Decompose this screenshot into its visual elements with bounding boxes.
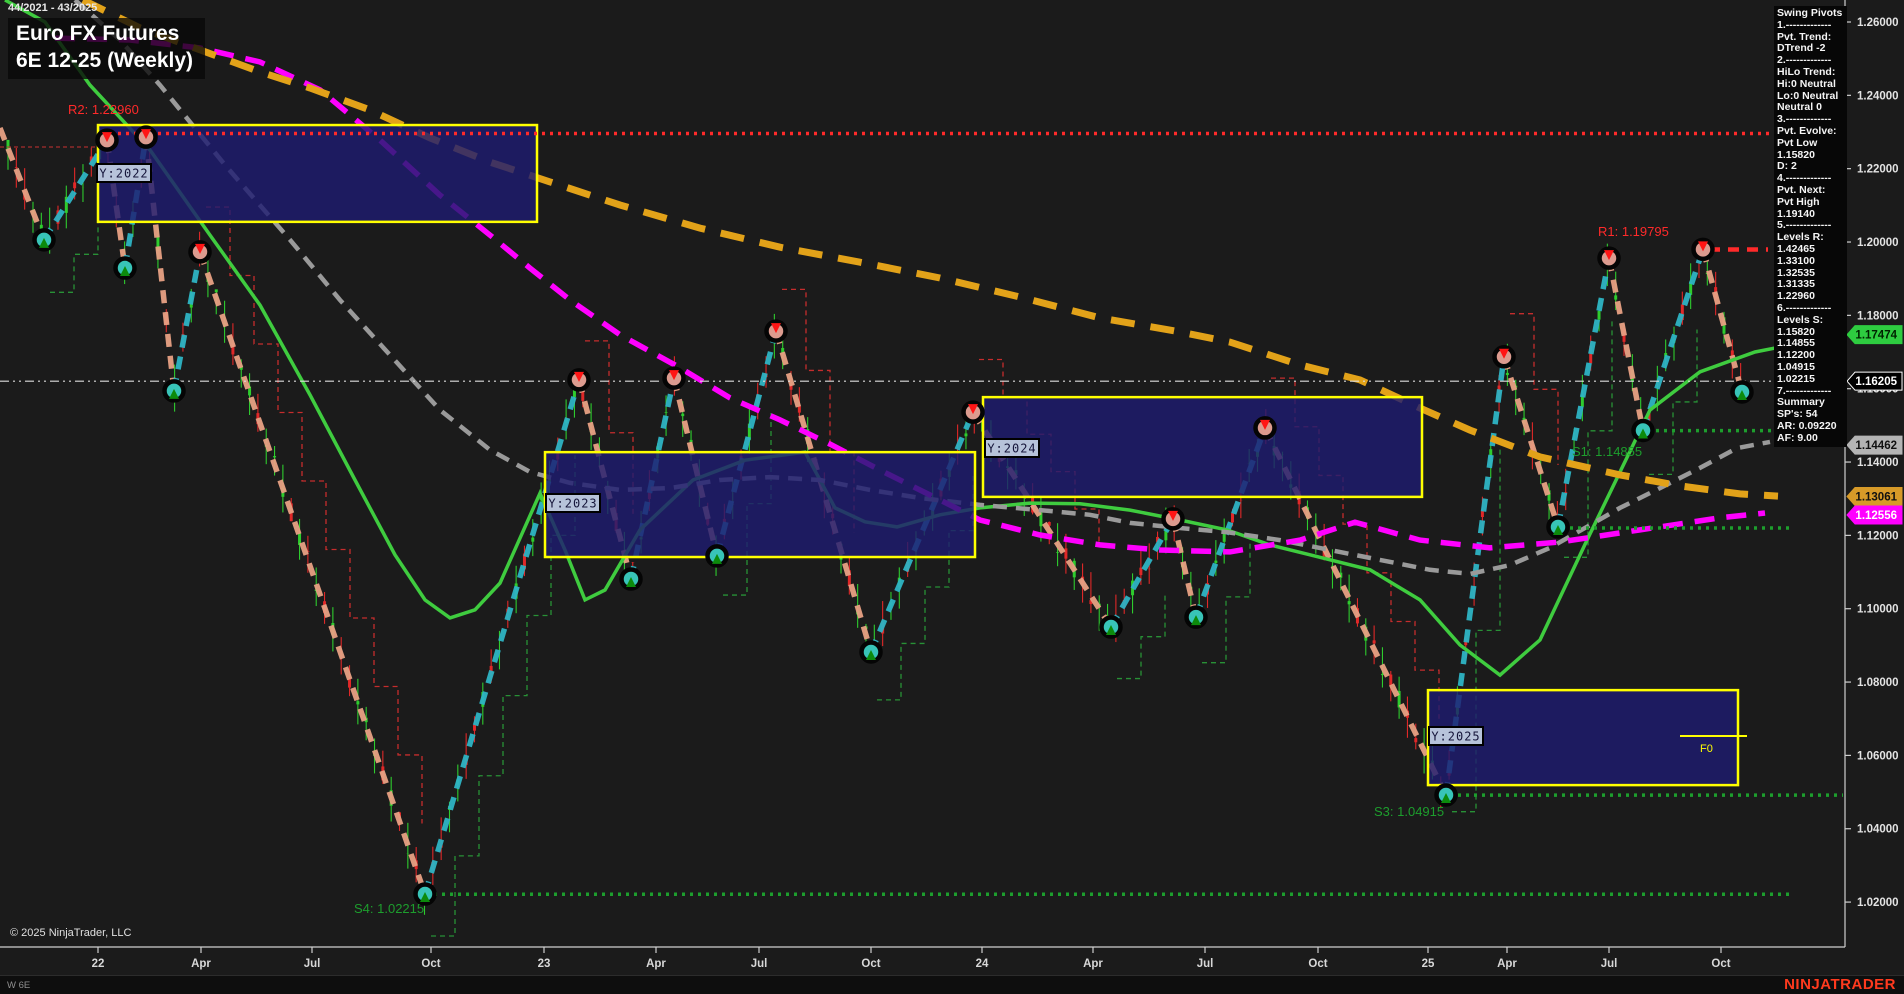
y-tick-label[interactable]: 1.12000 [1857, 530, 1899, 542]
visible-range-label: 44/2021 - 43/2025 [8, 2, 98, 14]
x-tick-label[interactable]: Jul [1601, 958, 1618, 970]
trailing-stop-steps [1649, 329, 1698, 476]
year-range-box[interactable] [981, 395, 1424, 499]
chart-title: Euro FX Futures 6E 12-25 (Weekly) [8, 18, 206, 79]
level-label-r1: R1: 1.19795 [1598, 224, 1669, 239]
contract-interval: 6E 12-25 (Weekly) [16, 49, 194, 72]
moving-averages-layer [4, 0, 1806, 678]
ma-fast-green [4, 0, 1806, 678]
y-tick-label[interactable]: 1.20000 [1857, 237, 1899, 249]
x-tick-label[interactable]: Oct [1711, 958, 1730, 970]
y-tick-label[interactable]: 1.06000 [1857, 750, 1899, 762]
zigzag-up-leg [171, 251, 203, 392]
x-tick-label[interactable]: Oct [1308, 958, 1327, 970]
zigzag-up-leg [1640, 248, 1706, 432]
status-bar [0, 975, 1904, 994]
x-tick-label[interactable]: Jul [751, 958, 768, 970]
zigzag-down-leg [1606, 257, 1646, 432]
level-label-s3: S3: 1.04915 [1374, 804, 1444, 819]
year-range-box[interactable] [543, 450, 977, 559]
zigzag-down-leg [197, 251, 428, 895]
level-label-s4: S4: 1.02215 [354, 901, 424, 916]
y-tick-label[interactable]: 1.22000 [1857, 164, 1899, 176]
trailing-stop-steps [206, 206, 423, 824]
x-tick-label[interactable]: Oct [861, 958, 880, 970]
x-tick-label[interactable]: 23 [538, 958, 551, 970]
zigzag-down-leg [1501, 355, 1561, 528]
price-badge-value: 1.16205 [1855, 376, 1897, 388]
zigzag-down-leg [0, 126, 47, 241]
year-chip-label: Y:2025 [1431, 730, 1480, 744]
y-tick-label[interactable]: 1.26000 [1857, 17, 1899, 29]
year-chip-label: Y:2022 [99, 167, 148, 181]
x-tick-label[interactable]: Apr [191, 958, 211, 970]
level-label-s1: S1: 1.14855 [1572, 444, 1642, 459]
year-chip-label: Y:2023 [548, 497, 597, 511]
copyright-label: © 2025 NinjaTrader, LLC [10, 927, 132, 939]
panel-line: 1.33100 [1777, 254, 1815, 267]
price-chart[interactable]: R2: 1.22960 R1: 1.19795 S1: 1.14855 S3: 1.0… [0, 0, 1904, 994]
panel-line: Pvt. Evolve: [1777, 124, 1837, 137]
y-tick-label[interactable]: 1.18000 [1857, 310, 1899, 322]
panel-line: AR: 0.09220 [1777, 419, 1837, 432]
price-badges-layer: 1.17474 1.16205 1.14462 1.13061 1.12556 [1846, 325, 1903, 525]
x-tick-label[interactable]: Apr [1497, 958, 1517, 970]
zigzag-down-leg [1700, 248, 1745, 393]
y-tick-label[interactable]: 1.24000 [1857, 90, 1899, 102]
price-badge-value: 1.13061 [1855, 491, 1897, 503]
year-range-box[interactable] [96, 123, 539, 224]
x-tick-label[interactable]: Oct [421, 958, 440, 970]
y-tick-label[interactable]: 1.02000 [1857, 897, 1899, 909]
x-tick-label[interactable]: 24 [976, 958, 989, 970]
level-label-r2: R2: 1.22960 [68, 102, 139, 117]
price-badge-value: 1.14462 [1855, 440, 1897, 452]
panel-line: AF: 9.00 [1777, 431, 1818, 444]
f0-label: F0 [1700, 743, 1713, 755]
panel-line: Levels S: [1777, 313, 1824, 326]
year-chip-label: Y:2024 [987, 442, 1036, 456]
trailing-stop-steps [1564, 320, 1613, 558]
panel-line: 6.------------- [1777, 301, 1832, 314]
ninjatrader-logo: NINJATRADER [1784, 976, 1896, 993]
price-badge-value: 1.17474 [1855, 330, 1897, 342]
x-tick-label[interactable]: Jul [1197, 958, 1214, 970]
chart-window: R2: 1.22960 R1: 1.19795 S1: 1.14855 S3: 1.0… [0, 0, 1904, 994]
panel-line: 1.------------- [1777, 18, 1832, 31]
y-tick-label[interactable]: 1.14000 [1857, 457, 1899, 469]
x-tick-label[interactable]: Apr [646, 958, 666, 970]
swing-pivots-panel: Swing Pivots 1.------------- Pvt. Trend: DT… [1774, 6, 1847, 448]
panel-line: HiLo Trend: [1777, 65, 1836, 78]
x-tick-label[interactable]: 22 [92, 958, 105, 970]
panel-line: 1.42465 [1777, 242, 1815, 255]
series-tag: W 6E [7, 980, 31, 991]
panel-line: Pvt. Next: [1777, 183, 1826, 196]
price-badge-value: 1.12556 [1855, 510, 1897, 522]
panel-line: 1.04915 [1777, 360, 1815, 373]
panel-line: 1.02215 [1777, 372, 1815, 385]
panel-line: Hi:0 Neutral [1777, 77, 1836, 90]
panel-line: Pvt High [1777, 195, 1820, 208]
trailing-stop-steps [50, 216, 99, 293]
y-tick-label[interactable]: 1.10000 [1857, 604, 1899, 616]
y-tick-label[interactable]: 1.04000 [1857, 824, 1899, 836]
panel-line: Pvt Low [1777, 136, 1818, 149]
y-tick-label[interactable]: 1.08000 [1857, 677, 1899, 689]
x-tick-label[interactable]: Apr [1083, 958, 1103, 970]
x-tick-label[interactable]: 25 [1422, 958, 1435, 970]
instrument-name: Euro FX Futures [16, 22, 180, 45]
zigzag-down-leg [1170, 518, 1199, 618]
x-tick-label[interactable]: Jul [304, 958, 321, 970]
